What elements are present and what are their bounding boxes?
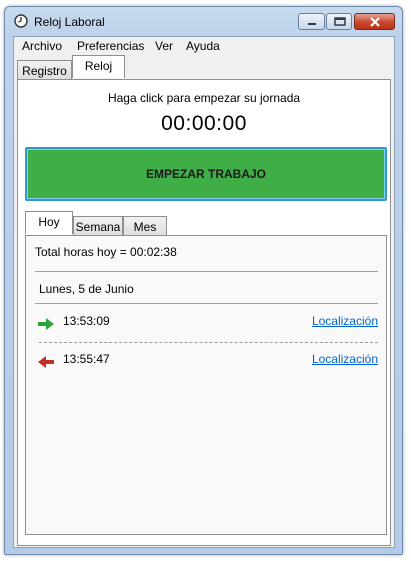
menu-bar: Archivo Preferencias Ver Ayuda xyxy=(14,37,394,56)
menu-preferencias[interactable]: Preferencias xyxy=(77,39,144,53)
entry-time: 13:53:09 xyxy=(63,314,110,328)
tab-semana[interactable]: Semana xyxy=(73,216,123,236)
date-label: Lunes, 5 de Junio xyxy=(39,282,134,296)
reloj-page: Haga click para empezar su jornada 00:00… xyxy=(17,79,391,546)
menu-archivo[interactable]: Archivo xyxy=(22,39,62,53)
start-work-button[interactable]: EMPEZAR TRABAJO xyxy=(25,147,387,201)
instruction-text: Haga click para empezar su jornada xyxy=(107,91,301,105)
clock-icon xyxy=(14,14,28,28)
arrow-right-green-icon xyxy=(38,318,54,330)
location-link[interactable]: Localización xyxy=(312,314,378,328)
location-link[interactable]: Localización xyxy=(312,352,378,366)
divider xyxy=(35,271,378,272)
menu-ayuda[interactable]: Ayuda xyxy=(186,39,220,53)
tab-reloj[interactable]: Reloj xyxy=(72,55,125,78)
maximize-icon xyxy=(334,17,346,26)
app-window: Reloj Laboral Archivo Preferencias Ver A… xyxy=(4,6,403,555)
separator-dashed xyxy=(39,342,378,343)
menu-ver[interactable]: Ver xyxy=(155,39,173,53)
title-bar[interactable]: Reloj Laboral xyxy=(5,7,402,35)
maximize-button[interactable] xyxy=(326,13,352,30)
close-button[interactable] xyxy=(354,13,395,30)
window-title: Reloj Laboral xyxy=(34,15,105,29)
client-area: Archivo Preferencias Ver Ayuda Registro … xyxy=(13,36,395,548)
tab-hoy[interactable]: Hoy xyxy=(25,211,73,234)
entry-time: 13:55:47 xyxy=(63,352,110,366)
timer-display: 00:00:00 xyxy=(161,112,247,135)
minimize-button[interactable] xyxy=(298,13,325,30)
total-hours-label: Total horas hoy = 00:02:38 xyxy=(35,245,177,259)
today-panel: Total horas hoy = 00:02:38 Lunes, 5 de J… xyxy=(25,235,387,535)
period-tabs: Hoy Semana Mes xyxy=(18,211,390,236)
divider xyxy=(35,303,378,304)
minimize-icon xyxy=(308,23,316,25)
close-icon xyxy=(370,17,380,27)
arrow-left-red-icon xyxy=(38,356,54,368)
tab-registro[interactable]: Registro xyxy=(17,60,72,80)
tab-mes[interactable]: Mes xyxy=(123,216,167,236)
main-tabs: Registro Reloj xyxy=(14,55,394,80)
